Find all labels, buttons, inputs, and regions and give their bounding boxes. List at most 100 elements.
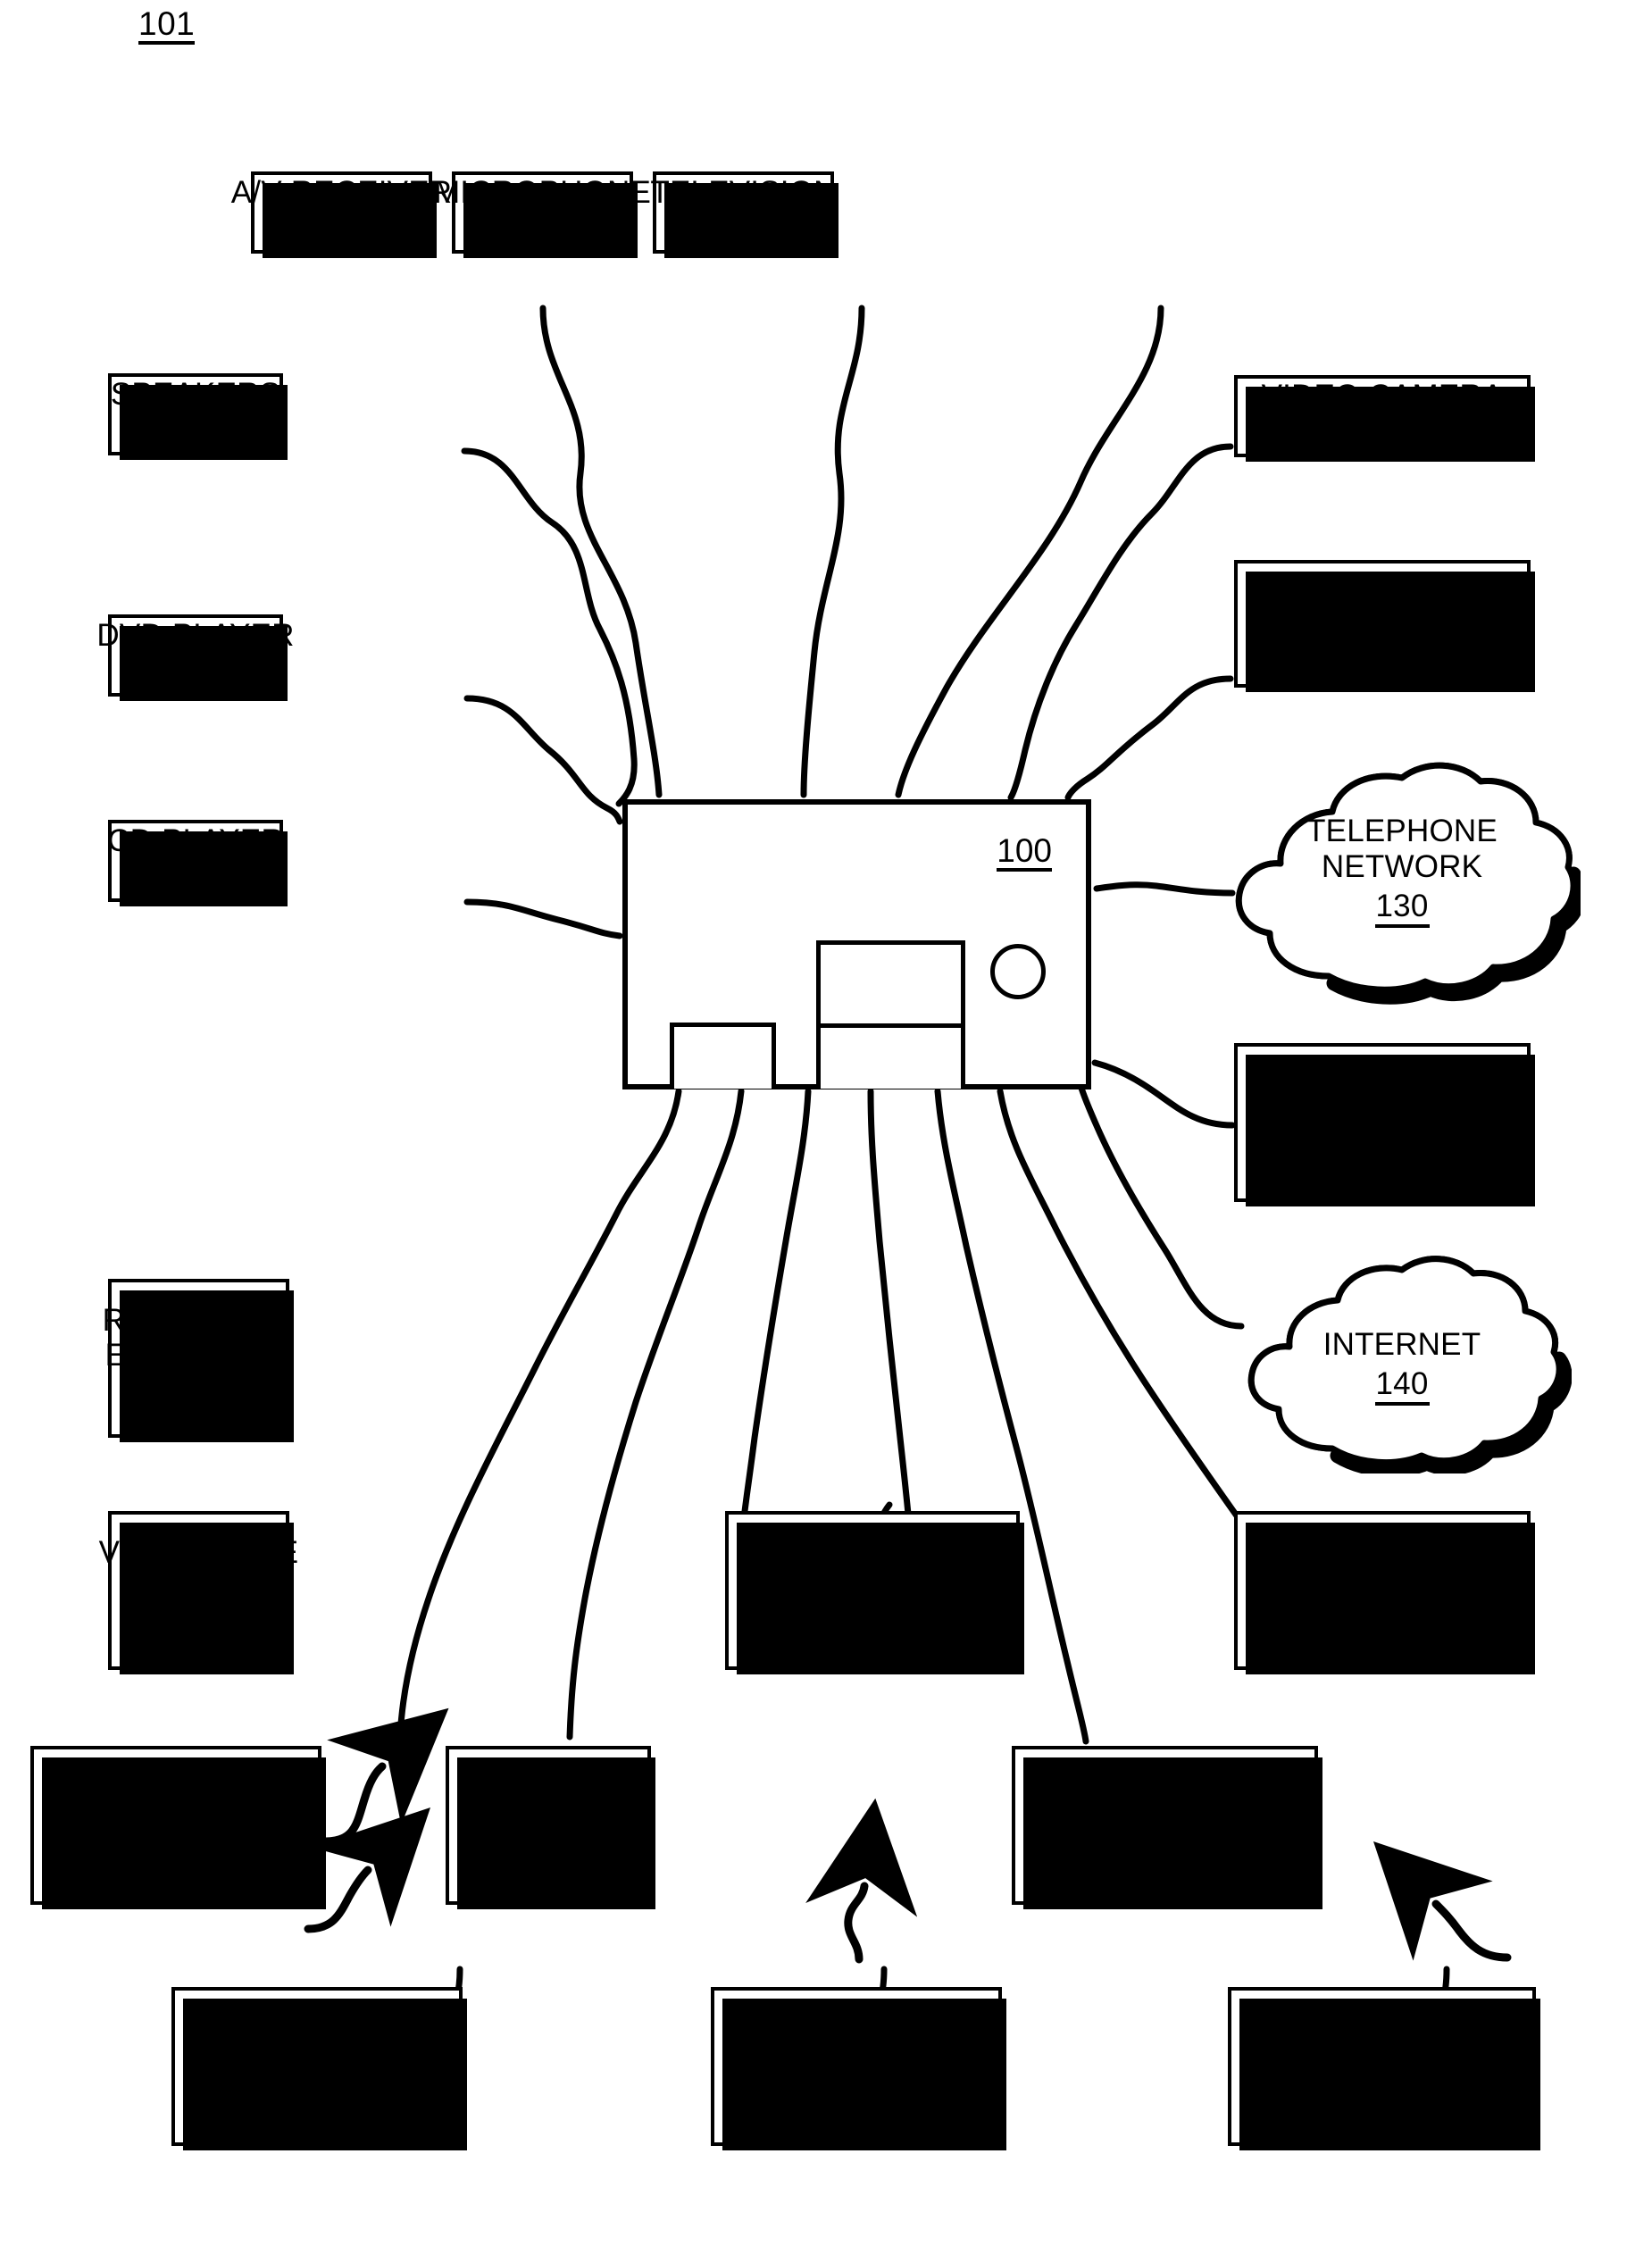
hub-reference-number: 100	[997, 834, 1052, 872]
node-web-browser-device[interactable]: WEB BROWSER EQUIPPED DEVICE 180	[30, 1746, 326, 1909]
node-label-line-0: LIGHTING/HOME	[746, 1535, 999, 1571]
node-label-line-0: A/V RECEIVER	[230, 174, 453, 210]
node-number-wrap: 124	[1355, 415, 1410, 455]
node-reference-number: 123	[515, 213, 570, 251]
node-video-camera[interactable]: VIDEO CAMERA 124	[1234, 375, 1535, 462]
node-number-wrap: 150	[171, 1607, 226, 1647]
node-reference-number: 122	[168, 414, 223, 453]
node-motor-relay-devices[interactable]: MOTOR AND RELAY DEVICES 137	[1012, 1746, 1322, 1909]
node-reference-number: 125	[1355, 641, 1410, 680]
node-reference-number: 165	[171, 1376, 226, 1415]
node-number-wrap: 114	[1356, 2083, 1408, 2123]
node-video-game-system[interactable]: VIDEO GAME SYSTEM 150	[99, 1511, 298, 1674]
node-label-line-0: MICROPHONE	[433, 174, 652, 210]
node-reference-number: 116	[830, 2084, 883, 2123]
node-reference-number: 135	[926, 1607, 981, 1646]
node-label-line-0: VIDEO GAME	[98, 1534, 299, 1570]
node-dvd-player[interactable]: DVD PLAYER 110	[96, 614, 294, 701]
node-label-line-2-wrap: DEVICE 180	[83, 1841, 269, 1881]
node-label-line-0: VIDEO CAMERA	[1261, 378, 1504, 413]
node-security-system[interactable]: SECURITY SYSTEM 175	[446, 1746, 655, 1909]
node-reference-number: 114	[1356, 2084, 1408, 2123]
node-touchscreen-remote-control[interactable]: TOUCHSCREEN REMOTE CONTROL 112	[171, 1987, 467, 2150]
node-reference-number: 145	[1355, 1608, 1410, 1647]
node-reference-number: 115	[315, 213, 368, 251]
node-label-line-1: SYSTEM	[483, 1805, 613, 1841]
node-label-line-1: EQUIPPED	[94, 1806, 258, 1841]
node-personal-computer[interactable]: PERSONAL COMPUTER 145	[1234, 1511, 1535, 1674]
node-label-line-1: MEDIA PLAYER	[1267, 603, 1498, 639]
node-label-line-1: COMPUTER	[1292, 1570, 1473, 1606]
node-number-wrap: 115	[315, 212, 368, 251]
node-personal-media-player[interactable]: PERSONAL MEDIA PLAYER 125	[1234, 560, 1535, 692]
node-cd-player[interactable]: CD PLAYER 105	[107, 820, 288, 906]
cloud-label-line-0: TELEPHONE	[1306, 814, 1498, 848]
home-control-hub-100[interactable]: 100	[622, 799, 1091, 1089]
node-label-line-0: MOTOR AND	[1069, 1769, 1261, 1805]
node-label-line-1: SYSTEM	[133, 1570, 264, 1606]
node-telephone-handsets[interactable]: TELEPHONE HANDSETS 132	[1234, 1043, 1535, 1206]
node-label-line-0: TELEVISION	[650, 174, 837, 210]
node-reference-number: 112	[374, 2083, 427, 2122]
figure-number: 101	[138, 7, 196, 45]
node-label-line-2: DEVICE	[83, 1841, 202, 1876]
node-label-line-1: EQUIPMENT	[104, 1338, 293, 1373]
node-television[interactable]: TELEVISION 120	[650, 171, 839, 258]
node-label-line-2-wrap: SYSTEMS 135	[763, 1606, 981, 1646]
node-label-line-0: PERSONAL	[1296, 1534, 1469, 1570]
node-reference-number: 150	[171, 1608, 226, 1647]
node-label-line-1: OTHER DEVICE	[738, 2046, 975, 2082]
node-number-wrap: 137	[1138, 1841, 1192, 1882]
node-label-line-0: DVD PLAYER	[96, 617, 295, 653]
node-label-line-0: SPEAKERS	[110, 376, 281, 412]
cloud-telephone-network[interactable]: TELEPHONE NETWORK 130	[1223, 755, 1587, 1005]
node-number-wrap: 145	[1355, 1607, 1410, 1647]
node-label-line-2: SYSTEMS	[763, 1606, 914, 1641]
node-microphone[interactable]: MICROPHONE 123	[434, 171, 651, 258]
node-label-line-2: CONTROL	[207, 2082, 363, 2117]
node-reference-number: 137	[1138, 1843, 1192, 1882]
node-label-line-1: REMOTE	[249, 2047, 385, 2083]
node-number-wrap: 132	[1355, 1139, 1410, 1179]
node-reference-number: 110	[169, 655, 222, 694]
node-mp3-player-other-device[interactable]: MP3 PLAYER OR OTHER DEVICE 116	[711, 1987, 1006, 2150]
node-number-wrap: 110	[169, 655, 222, 694]
node-label-line-0: CD PLAYER	[107, 822, 284, 858]
node-label-line-0: TELEPHONE	[1287, 1066, 1478, 1102]
cloud-internet[interactable]: INTERNET 140	[1232, 1250, 1573, 1477]
node-label-line-2-wrap: CONTROL 112	[207, 2082, 427, 2122]
node-label-line-0: TOUCHSCREEN	[196, 2011, 438, 2047]
node-label-line-0: SECURITY	[468, 1769, 629, 1805]
hub-knob-icon[interactable]	[990, 944, 1046, 999]
node-number-wrap: 123	[515, 212, 570, 251]
node-reference-number: 105	[168, 861, 223, 899]
cloud-label-line-1: NETWORK	[1321, 849, 1483, 884]
node-number-wrap: 175	[521, 1841, 576, 1882]
node-number-wrap: 125	[1355, 640, 1410, 680]
patent-figure-canvas: 101 100 TELEPHONE NETWORK 130 INTERNET 1…	[0, 0, 1652, 2254]
node-label-line-1: CONTROL	[1305, 2046, 1459, 2082]
node-reference-number: 124	[1355, 416, 1410, 455]
cloud-reference-number-wrap: 130	[1223, 889, 1581, 928]
node-label-line-1: RELAY DEVICES	[1040, 1805, 1289, 1841]
node-speakers[interactable]: SPEAKERS 122	[108, 373, 288, 460]
node-label-line-0: PERSONAL	[1296, 568, 1469, 604]
node-label-line-1: HANDSETS	[1296, 1102, 1469, 1138]
node-av-receiver[interactable]: A/V RECEIVER 115	[231, 171, 452, 258]
cloud-reference-number-wrap: 140	[1232, 1366, 1572, 1406]
node-label-line-1: AUTOMATION	[768, 1571, 977, 1607]
node-number-wrap: 120	[716, 212, 771, 251]
hub-panel-small	[670, 1023, 776, 1089]
hub-panel-divider	[816, 1023, 965, 1028]
hub-panel-large	[816, 940, 965, 1089]
node-label-line-0: WEB BROWSER	[54, 1770, 298, 1806]
node-simple-remote-control[interactable]: SIMPLE REMOTE CONTROL 114	[1228, 1987, 1540, 2150]
node-recording-equipment[interactable]: RECORDING EQUIPMENT 165	[103, 1279, 295, 1442]
node-label-line-0: SIMPLE REMOTE	[1252, 2010, 1512, 2046]
node-label-line-0: RECORDING	[102, 1302, 296, 1338]
node-number-wrap: 122	[168, 413, 223, 453]
node-lighting-home-automation[interactable]: LIGHTING/HOME AUTOMATION SYSTEMS 135	[725, 1511, 1024, 1674]
node-number-wrap: 165	[171, 1374, 226, 1415]
node-label-line-0: MP3 PLAYER OR	[730, 2010, 983, 2046]
cloud-reference-number: 130	[1374, 889, 1430, 928]
